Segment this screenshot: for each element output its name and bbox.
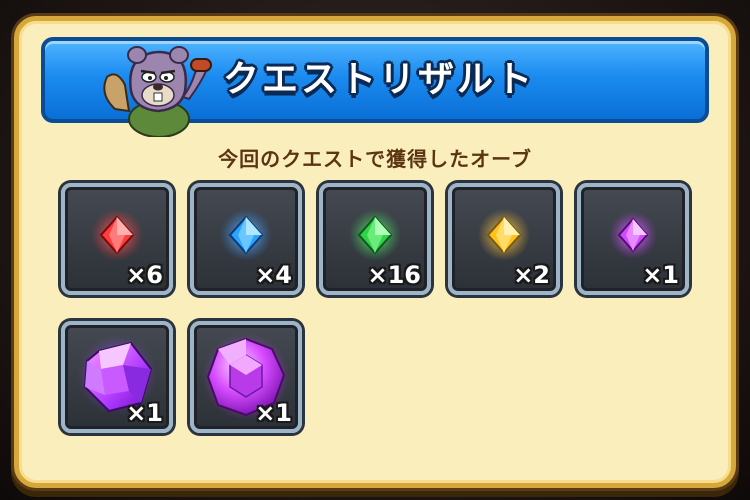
squirrel-mascot-icon [103,46,212,137]
orb-count: ×1 [642,261,679,289]
orb-slot-purple-crystal[interactable]: ×1 [61,321,173,433]
result-dialog: クエストリザルト 今回のクエストで獲得したオーブ ×6 ×4 ×16 ×2 ×1… [14,16,736,488]
orb-count: ×1 [126,399,163,427]
orb-count: ×16 [367,261,421,289]
orb-slot-purple-round[interactable]: ×1 [190,321,302,433]
dialog-header: クエストリザルト [41,37,709,137]
reward-subtitle: 今回のクエストで獲得したオーブ [218,147,532,171]
orb-slot-blue[interactable]: ×4 [190,183,302,295]
orb-slot-purple[interactable]: ×1 [577,183,689,295]
orb-count: ×4 [255,261,292,289]
orb-slot-yellow[interactable]: ×2 [448,183,560,295]
dialog-title: クエストリザルト [223,59,536,100]
orb-slot-green[interactable]: ×16 [319,183,431,295]
orb-slot-red[interactable]: ×6 [61,183,173,295]
orb-count: ×6 [126,261,163,289]
orb-count: ×2 [513,261,550,289]
orb-count: ×1 [255,399,292,427]
